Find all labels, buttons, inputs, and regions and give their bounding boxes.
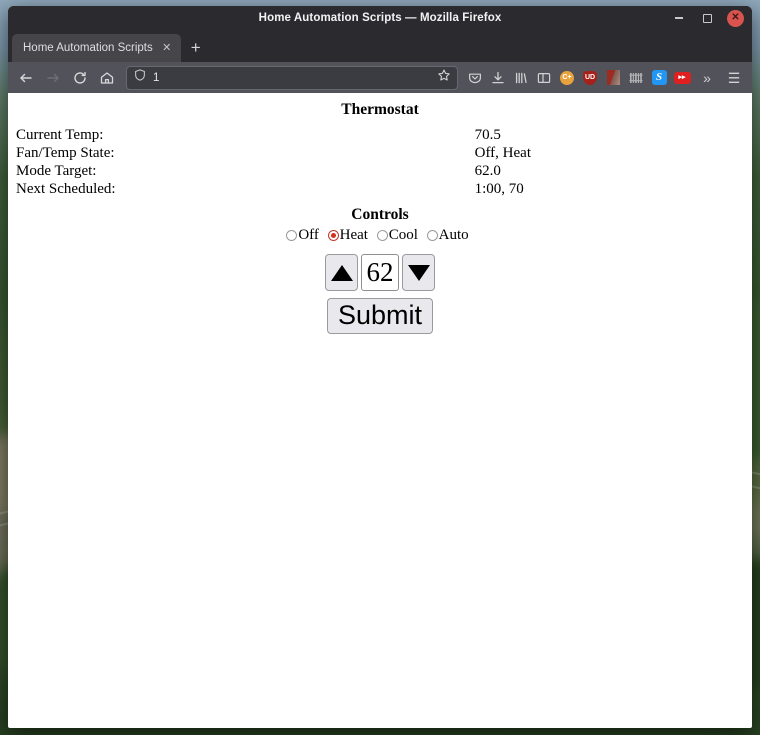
temperature-stepper: 62 <box>16 254 744 291</box>
radio-heat-icon[interactable] <box>327 230 339 241</box>
reload-icon[interactable] <box>67 65 93 91</box>
decrement-temperature-button[interactable] <box>402 254 435 291</box>
tab-title: Home Automation Scripts <box>23 42 153 54</box>
close-tab-icon[interactable]: ✕ <box>159 40 175 56</box>
radio-option-cool[interactable]: Cool <box>376 227 418 244</box>
radio-option-auto[interactable]: Auto <box>426 227 469 244</box>
target-temperature-input[interactable]: 62 <box>361 254 399 291</box>
url-input[interactable]: 1 <box>153 72 431 84</box>
status-value-mode-target: 62.0 <box>474 163 501 179</box>
controls-heading: Controls <box>351 206 409 223</box>
triangle-up-icon <box>330 264 353 281</box>
status-value-fan-temp-state: Off, Heat <box>474 145 531 161</box>
library-icon[interactable] <box>510 65 532 91</box>
status-label-fan-temp-state: Fan/Temp State: <box>16 145 115 161</box>
sponsorblock-badge: S <box>651 70 667 85</box>
video-speed-badge: ▸▸ <box>673 71 691 84</box>
table-row: Current Temp: 70.5 <box>16 126 744 144</box>
status-label-next-scheduled: Next Scheduled: <box>16 181 116 197</box>
window-controls: ✕ <box>671 6 744 30</box>
minimize-button[interactable] <box>671 10 687 26</box>
radio-label-cool: Cool <box>388 227 418 243</box>
ublock-origin-icon[interactable]: UD <box>579 65 601 91</box>
title-bar: Home Automation Scripts — Mozilla Firefo… <box>8 6 752 30</box>
video-speed-icon[interactable]: ▸▸ <box>671 65 693 91</box>
status-label-current-temp: Current Temp: <box>16 127 104 143</box>
ublock-origin-badge: UD <box>583 70 597 85</box>
bookmark-star-icon[interactable] <box>437 68 451 87</box>
radio-off-icon[interactable] <box>286 230 298 241</box>
tab-strip: Home Automation Scripts ✕ + <box>8 30 752 62</box>
barcode-icon[interactable] <box>625 65 647 91</box>
window-title: Home Automation Scripts — Mozilla Firefo… <box>258 12 502 24</box>
table-row: Fan/Temp State: Off, Heat <box>16 144 744 162</box>
table-row: Next Scheduled: 1:00, 70 <box>16 180 744 198</box>
triangle-down-icon <box>407 264 430 281</box>
hamburger-glyph: ☰ <box>727 69 741 86</box>
status-value-next-scheduled: 1:00, 70 <box>474 181 524 197</box>
radio-auto-icon[interactable] <box>426 230 438 241</box>
barcode-glyph <box>629 72 642 83</box>
back-icon[interactable] <box>13 65 39 91</box>
radio-option-off[interactable]: Off <box>286 227 319 244</box>
page-content: Thermostat Current Temp: 70.5 Fan/Temp S… <box>8 93 752 728</box>
app-menu-icon[interactable]: ☰ <box>721 65 747 91</box>
page-title: Thermostat <box>341 101 419 118</box>
submit-row: Submit <box>16 298 744 335</box>
navigation-toolbar: 1 C+ UD S ▸▸ » ☰ <box>8 62 752 93</box>
radio-option-heat[interactable]: Heat <box>327 227 368 244</box>
forward-icon[interactable] <box>40 65 66 91</box>
maximize-button[interactable] <box>699 10 715 26</box>
sidebar-icon[interactable] <box>533 65 555 91</box>
radio-cool-icon[interactable] <box>376 230 388 241</box>
mode-radio-group: Off Heat Cool Auto <box>16 227 744 246</box>
overflow-menu-icon[interactable]: » <box>694 65 720 91</box>
radio-label-off: Off <box>298 227 319 243</box>
browser-window: Home Automation Scripts — Mozilla Firefo… <box>8 6 752 728</box>
container-tabs-badge: C+ <box>560 70 574 85</box>
radio-label-heat: Heat <box>339 227 368 243</box>
shield-icon[interactable] <box>133 68 147 87</box>
firefox-multi-account-icon[interactable] <box>602 65 624 91</box>
home-icon[interactable] <box>94 65 120 91</box>
tab-home-automation-scripts[interactable]: Home Automation Scripts ✕ <box>12 34 181 62</box>
table-row: Mode Target: 62.0 <box>16 162 744 180</box>
downloads-icon[interactable] <box>487 65 509 91</box>
sponsorblock-icon[interactable]: S <box>648 65 670 91</box>
thermostat-status-table: Current Temp: 70.5 Fan/Temp State: Off, … <box>16 126 744 198</box>
multi-account-glyph <box>606 70 620 85</box>
overflow-chevrons: » <box>703 69 711 86</box>
submit-button[interactable]: Submit <box>326 298 434 335</box>
pocket-icon[interactable] <box>464 65 486 91</box>
close-window-button[interactable]: ✕ <box>727 9 744 27</box>
status-value-current-temp: 70.5 <box>474 127 501 143</box>
url-bar[interactable]: 1 <box>126 65 458 90</box>
new-tab-icon[interactable]: + <box>183 35 209 61</box>
radio-label-auto: Auto <box>438 227 469 243</box>
container-tabs-icon[interactable]: C+ <box>556 65 578 91</box>
status-label-mode-target: Mode Target: <box>16 163 97 179</box>
increment-temperature-button[interactable] <box>325 254 358 291</box>
